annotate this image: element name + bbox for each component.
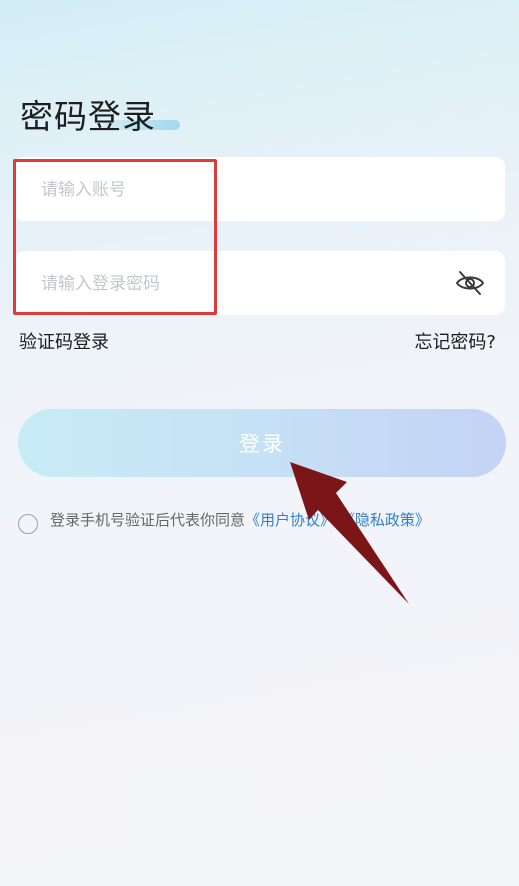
arrow-shape xyxy=(290,462,409,604)
password-input[interactable] xyxy=(39,251,443,317)
eye-off-icon[interactable] xyxy=(455,269,485,297)
agreement-text: 登录手机号验证后代表你同意《用户协议》 《隐私政策》 xyxy=(50,509,430,531)
login-button[interactable]: 登录 xyxy=(18,409,506,477)
account-input[interactable] xyxy=(39,157,443,223)
agreement-checkbox[interactable] xyxy=(18,514,38,534)
sms-login-link[interactable]: 验证码登录 xyxy=(19,328,109,354)
account-field[interactable] xyxy=(14,157,505,223)
password-field[interactable] xyxy=(14,251,505,317)
user-agreement-link[interactable]: 《用户协议》 xyxy=(245,511,335,529)
title-wrap: 密码登录 xyxy=(20,94,180,140)
agreement-prefix: 登录手机号验证后代表你同意 xyxy=(50,511,246,529)
page-title: 密码登录 xyxy=(20,97,156,136)
privacy-policy-link[interactable]: 《隐私政策》 xyxy=(340,511,430,529)
forgot-password-link[interactable]: 忘记密码? xyxy=(414,328,496,354)
